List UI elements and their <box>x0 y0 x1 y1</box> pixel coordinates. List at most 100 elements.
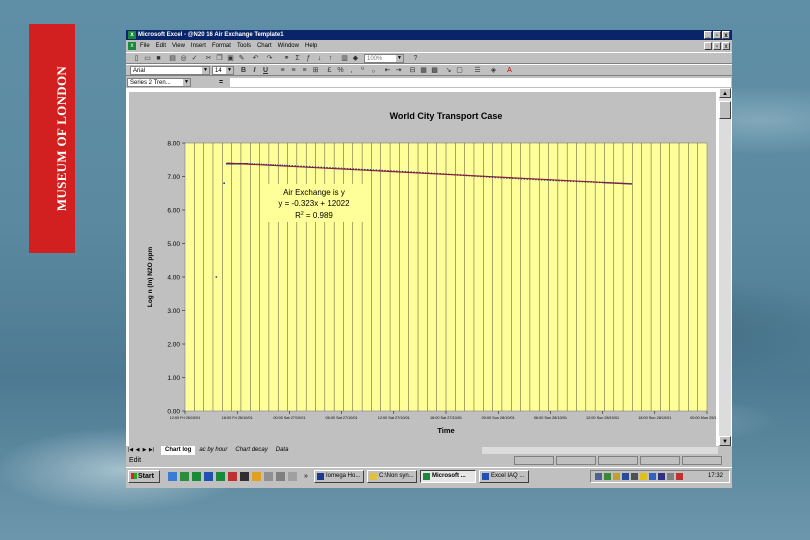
drive-icon[interactable] <box>264 472 273 481</box>
arrow-icon[interactable] <box>252 472 261 481</box>
next-sheet-button[interactable]: ▶ <box>141 447 148 454</box>
task-iomega[interactable]: Iomega Ho... <box>314 470 364 483</box>
print-icon[interactable]: ▤ <box>168 54 177 63</box>
cut-icon[interactable]: ✂ <box>204 54 213 63</box>
hyperlink-icon[interactable]: ⚭ <box>282 54 291 63</box>
comma-icon[interactable]: , <box>347 66 356 75</box>
format-painter-icon[interactable]: ✎ <box>237 54 246 63</box>
copy-icon[interactable]: ❐ <box>215 54 224 63</box>
tab-chart-log[interactable]: Chart log <box>161 446 196 455</box>
new-icon[interactable]: ▯ <box>132 54 141 63</box>
chart-svg[interactable]: World City Transport Case 0.00 1.00 2.00 3.0… <box>129 92 724 446</box>
doc-close-button[interactable]: x <box>722 42 730 50</box>
undo-icon[interactable]: ↶ <box>251 54 260 63</box>
arrow-icon[interactable]: ↘ <box>444 66 453 75</box>
formula-equals[interactable]: = <box>219 78 223 87</box>
warning-icon[interactable] <box>640 473 647 480</box>
align-center-icon[interactable]: ≡ <box>289 66 298 75</box>
menu-window[interactable]: Window <box>278 41 299 51</box>
chevron-down-icon[interactable]: ▼ <box>202 67 209 74</box>
preview-icon[interactable]: ◎ <box>179 54 188 63</box>
currency-icon[interactable]: £ <box>325 66 334 75</box>
increase-decimal-icon[interactable]: ⁰ <box>358 66 367 75</box>
tray-icon[interactable] <box>595 473 602 480</box>
chevron-down-icon[interactable]: ▼ <box>396 55 403 62</box>
task-excel[interactable]: Microsoft ... <box>420 470 476 483</box>
scroll-up-button[interactable]: ▲ <box>719 88 731 98</box>
save-icon[interactable]: ■ <box>154 54 163 63</box>
name-box[interactable]: Series 2 Tren... ▼ <box>127 78 191 87</box>
tray-icon[interactable] <box>667 473 674 480</box>
tray-icon[interactable] <box>676 473 683 480</box>
tab-chart-decay[interactable]: Chart decay <box>231 446 271 455</box>
first-sheet-button[interactable]: |◀ <box>127 447 134 454</box>
chevron-down-icon[interactable]: ▼ <box>183 79 190 86</box>
doc-minimize-button[interactable]: _ <box>704 42 712 50</box>
workbook-icon[interactable]: x <box>128 42 136 50</box>
menu-format[interactable]: Format <box>212 41 231 51</box>
tab-data[interactable]: Data <box>272 446 293 455</box>
scroll-down-button[interactable]: ▼ <box>719 436 731 446</box>
bold-button[interactable]: B <box>239 66 248 75</box>
excel-icon[interactable] <box>192 472 201 481</box>
menu-edit[interactable]: Edit <box>156 41 166 51</box>
minimize-button[interactable]: _ <box>704 31 712 39</box>
redo-icon[interactable]: ↷ <box>265 54 274 63</box>
tab-ac-by-hour[interactable]: ac by hour <box>195 446 231 455</box>
tray-icon[interactable] <box>658 473 665 480</box>
tray-icon[interactable] <box>622 473 629 480</box>
menu-view[interactable]: View <box>172 41 185 51</box>
title-bar[interactable]: x Microsoft Excel - @N20 16 Air Exchange… <box>126 30 732 40</box>
italic-button[interactable]: I <box>250 66 259 75</box>
font-color-icon[interactable]: A <box>505 66 514 75</box>
align-right-icon[interactable]: ≡ <box>300 66 309 75</box>
desktop-icon[interactable] <box>168 472 177 481</box>
last-sheet-button[interactable]: ▶| <box>148 447 155 454</box>
start-button[interactable]: Start <box>128 470 160 483</box>
help-icon[interactable]: ? <box>411 54 420 63</box>
tray-icon[interactable] <box>613 473 620 480</box>
network-icon[interactable] <box>288 472 297 481</box>
chart-wizard-icon[interactable]: ▥ <box>340 54 349 63</box>
increase-indent-icon[interactable]: ⇥ <box>394 66 403 75</box>
line-style-icon[interactable]: ☰ <box>473 66 482 75</box>
excel-app-icon[interactable]: x <box>128 31 136 39</box>
excel-icon[interactable] <box>216 472 225 481</box>
align-left-icon[interactable]: ≡ <box>278 66 287 75</box>
table-icon[interactable]: ⊟ <box>408 66 417 75</box>
paste-icon[interactable]: ▣ <box>226 54 235 63</box>
app-icon[interactable] <box>240 472 249 481</box>
sort-asc-icon[interactable]: ↓ <box>315 54 324 63</box>
prev-sheet-button[interactable]: ◀ <box>134 447 141 454</box>
percent-icon[interactable]: % <box>336 66 345 75</box>
autosum-icon[interactable]: Σ <box>293 54 302 63</box>
function-icon[interactable]: ƒ <box>304 54 313 63</box>
tray-icon[interactable] <box>604 473 611 480</box>
browser-icon[interactable] <box>180 472 189 481</box>
network-icon[interactable] <box>276 472 285 481</box>
underline-button[interactable]: U <box>261 66 270 75</box>
font-select[interactable]: Arial ▼ <box>130 66 210 75</box>
menu-insert[interactable]: Insert <box>191 41 206 51</box>
open-icon[interactable]: ▭ <box>143 54 152 63</box>
formula-input[interactable] <box>230 78 731 87</box>
vertical-scroll-thumb[interactable] <box>719 101 731 119</box>
vertical-scrollbar[interactable]: ▲ ▼ <box>719 88 731 446</box>
chevron-right-icon[interactable]: » <box>304 472 313 481</box>
task-excel-iaq[interactable]: Excel IAQ ... <box>479 470 529 483</box>
decrease-indent-icon[interactable]: ⇤ <box>383 66 392 75</box>
format-chart-icon[interactable]: ▩ <box>430 66 439 75</box>
decrease-decimal-icon[interactable]: ₀ <box>369 66 378 75</box>
horizontal-scrollbar[interactable] <box>482 447 718 454</box>
tray-icon[interactable] <box>649 473 656 480</box>
spelling-icon[interactable]: ✓ <box>190 54 199 63</box>
tray-icon[interactable] <box>631 473 638 480</box>
powerpoint-icon[interactable] <box>228 472 237 481</box>
restore-button[interactable]: ▫ <box>713 31 721 39</box>
menu-chart[interactable]: Chart <box>257 41 272 51</box>
drawing-icon[interactable]: ◆ <box>351 54 360 63</box>
borders-icon[interactable]: ▢ <box>455 66 464 75</box>
menu-help[interactable]: Help <box>305 41 317 51</box>
doc-restore-button[interactable]: ▫ <box>713 42 721 50</box>
zoom-select[interactable]: 100% ▼ <box>364 54 404 63</box>
